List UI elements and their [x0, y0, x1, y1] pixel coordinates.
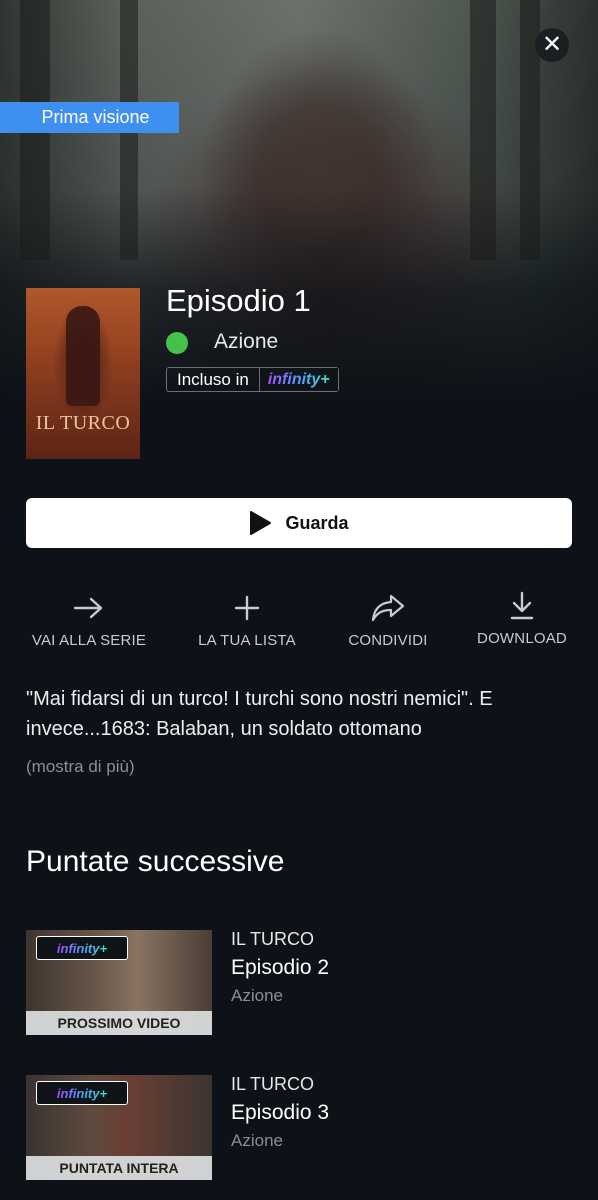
series-title: IL TURCO [231, 1074, 315, 1094]
share-button[interactable]: CONDIVIDI [313, 588, 463, 649]
episode-name: Episodio 3 [231, 1101, 330, 1124]
poster-image: IL TURCO [26, 288, 140, 459]
episode-thumbnail[interactable]: infinity+ PUNTATA INTERA [26, 1075, 212, 1180]
included-in-badge: Incluso in infinity+ [166, 367, 339, 392]
thumbnail-label: PUNTATA INTERA [26, 1156, 212, 1180]
episode-name: Episodio 2 [231, 956, 330, 979]
action-label: CONDIVIDI [348, 632, 428, 649]
episode-info[interactable]: IL TURCO Episodio 3 Azione [231, 1074, 329, 1151]
premiere-badge: Prima visione [0, 102, 179, 133]
watch-button[interactable]: Guarda [26, 498, 572, 548]
download-icon [510, 591, 534, 620]
action-label: DOWNLOAD [477, 630, 567, 647]
thumbnail-label: PROSSIMO VIDEO [26, 1011, 212, 1035]
brand-text: infinity+ [267, 370, 330, 388]
download-button[interactable]: DOWNLOAD [447, 586, 597, 647]
watch-label: Guarda [285, 512, 349, 533]
my-list-button[interactable]: LA TUA LISTA [172, 588, 322, 649]
action-label: LA TUA LISTA [198, 632, 296, 649]
show-more-link[interactable]: (mostra di più) [26, 757, 135, 777]
genre-dot [166, 332, 188, 354]
section-title: Puntate successive [26, 845, 285, 878]
episode-title: Episodio 1 [166, 283, 311, 318]
episode-genre: Azione [231, 1131, 283, 1150]
arrow-right-icon [73, 597, 103, 619]
brand-logo: infinity+ [36, 1081, 128, 1105]
play-icon [250, 511, 272, 535]
included-label: Incluso in [177, 369, 249, 389]
share-icon [371, 594, 405, 622]
plus-icon [234, 595, 260, 621]
description-text: "Mai fidarsi di un turco! I turchi sono … [26, 688, 493, 740]
episode-info[interactable]: IL TURCO Episodio 2 Azione [231, 929, 329, 1006]
action-label: VAI ALLA SERIE [31, 632, 147, 649]
poster-title: IL TURCO [35, 412, 131, 434]
brand-logo: infinity+ [258, 368, 338, 391]
episode-genre: Azione [231, 986, 283, 1005]
close-icon: ✕ [541, 31, 563, 58]
go-to-series-button[interactable]: VAI ALLA SERIE [14, 588, 164, 649]
genre-label: Azione [214, 330, 279, 353]
close-button[interactable]: ✕ [535, 28, 569, 62]
series-title: IL TURCO [231, 929, 315, 949]
episode-thumbnail[interactable]: infinity+ PROSSIMO VIDEO [26, 930, 212, 1035]
brand-logo: infinity+ [36, 936, 128, 960]
